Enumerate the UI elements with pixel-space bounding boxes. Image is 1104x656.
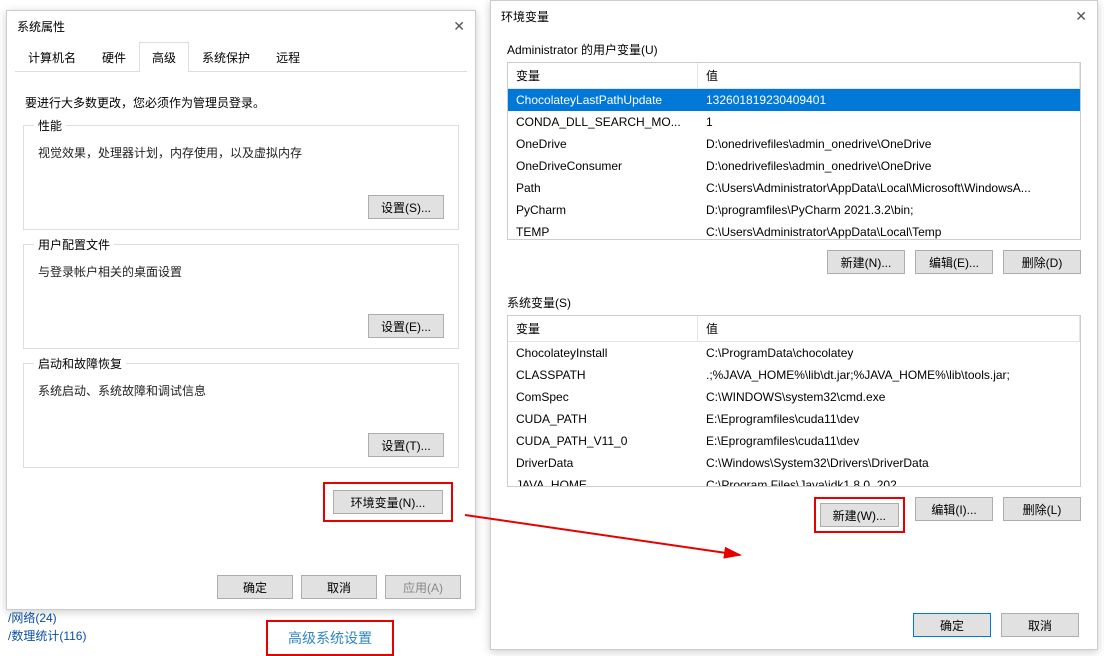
performance-desc: 视觉效果，处理器计划，内存使用，以及虚拟内存: [38, 144, 444, 161]
sysprop-cancel-button[interactable]: 取消: [301, 575, 377, 599]
table-row[interactable]: CONDA_DLL_SEARCH_MO...1: [508, 111, 1080, 133]
env-button-highlight: 环境变量(N)...: [323, 482, 453, 522]
sys-edit-button[interactable]: 编辑(I)...: [915, 497, 993, 521]
startup-legend: 启动和故障恢复: [34, 355, 126, 372]
env-titlebar: 环境变量 ✕: [491, 1, 1097, 31]
sys-vars-header: 变量 值: [508, 316, 1080, 342]
table-row[interactable]: CLASSPATH.;%JAVA_HOME%\lib\dt.jar;%JAVA_…: [508, 364, 1080, 386]
table-row[interactable]: ChocolateyLastPathUpdate1326018192304094…: [508, 89, 1080, 111]
environment-variables-button[interactable]: 环境变量(N)...: [333, 490, 443, 514]
sysprop-tabs: 计算机名 硬件 高级 系统保护 远程: [15, 41, 467, 72]
var-name: ChocolateyLastPathUpdate: [508, 91, 698, 109]
sys-new-highlight: 新建(W)...: [814, 497, 905, 533]
sysprop-title: 系统属性: [17, 18, 65, 35]
var-name: CONDA_DLL_SEARCH_MO...: [508, 113, 698, 131]
var-value: C:\Users\Administrator\AppData\Local\Tem…: [698, 223, 1080, 239]
admin-note: 要进行大多数更改，您必须作为管理员登录。: [25, 94, 457, 111]
var-value: E:\Eprogramfiles\cuda11\dev: [698, 410, 1080, 428]
var-name: ChocolateyInstall: [508, 344, 698, 362]
var-name: CLASSPATH: [508, 366, 698, 384]
var-name: JAVA_HOME: [508, 476, 698, 486]
sys-vars-label: 系统变量(S): [507, 294, 1081, 311]
var-value: D:\onedrivefiles\admin_onedrive\OneDrive: [698, 135, 1080, 153]
close-icon[interactable]: ✕: [1075, 8, 1087, 25]
user-delete-button[interactable]: 删除(D): [1003, 250, 1081, 274]
var-name: CUDA_PATH: [508, 410, 698, 428]
var-name: TEMP: [508, 223, 698, 239]
var-value: D:\programfiles\PyCharm 2021.3.2\bin;: [698, 201, 1080, 219]
environment-variables-window: 环境变量 ✕ Administrator 的用户变量(U) 变量 值 Choco…: [490, 0, 1098, 650]
var-name: Path: [508, 179, 698, 197]
table-row[interactable]: OneDriveConsumerD:\onedrivefiles\admin_o…: [508, 155, 1080, 177]
bg-link-network[interactable]: /网络(24): [8, 609, 57, 626]
user-edit-button[interactable]: 编辑(E)...: [915, 250, 993, 274]
var-value: C:\WINDOWS\system32\cmd.exe: [698, 388, 1080, 406]
var-value: D:\onedrivefiles\admin_onedrive\OneDrive: [698, 157, 1080, 175]
tab-system-protection[interactable]: 系统保护: [189, 42, 263, 72]
tab-remote[interactable]: 远程: [263, 42, 313, 72]
table-row[interactable]: JAVA_HOMEC:\Program Files\Java\jdk1.8.0_…: [508, 474, 1080, 486]
var-name: OneDriveConsumer: [508, 157, 698, 175]
user-profile-legend: 用户配置文件: [34, 236, 114, 253]
performance-settings-button[interactable]: 设置(S)...: [368, 195, 444, 219]
var-value: C:\Users\Administrator\AppData\Local\Mic…: [698, 179, 1080, 197]
col-var[interactable]: 变量: [508, 63, 698, 88]
performance-group: 性能 视觉效果，处理器计划，内存使用，以及虚拟内存 设置(S)...: [23, 125, 459, 230]
var-value: E:\Eprogramfiles\cuda11\dev: [698, 432, 1080, 450]
tab-computer-name[interactable]: 计算机名: [15, 42, 89, 72]
performance-legend: 性能: [34, 117, 66, 134]
table-row[interactable]: ChocolateyInstallC:\ProgramData\chocolat…: [508, 342, 1080, 364]
sys-vars-list[interactable]: 变量 值 ChocolateyInstallC:\ProgramData\cho…: [507, 315, 1081, 487]
var-value: 1: [698, 113, 1080, 131]
advanced-system-settings-link[interactable]: 高级系统设置: [266, 620, 394, 656]
col-val[interactable]: 值: [698, 63, 1080, 88]
sysprop-ok-button[interactable]: 确定: [217, 575, 293, 599]
table-row[interactable]: CUDA_PATHE:\Eprogramfiles\cuda11\dev: [508, 408, 1080, 430]
table-row[interactable]: PathC:\Users\Administrator\AppData\Local…: [508, 177, 1080, 199]
sysprop-titlebar: 系统属性 ✕: [7, 11, 475, 41]
user-vars-list[interactable]: 变量 值 ChocolateyLastPathUpdate13260181923…: [507, 62, 1081, 240]
var-value: C:\Windows\System32\Drivers\DriverData: [698, 454, 1080, 472]
table-row[interactable]: ComSpecC:\WINDOWS\system32\cmd.exe: [508, 386, 1080, 408]
user-profile-settings-button[interactable]: 设置(E)...: [368, 314, 444, 338]
var-name: OneDrive: [508, 135, 698, 153]
col-var[interactable]: 变量: [508, 316, 698, 341]
env-cancel-button[interactable]: 取消: [1001, 613, 1079, 637]
startup-settings-button[interactable]: 设置(T)...: [368, 433, 444, 457]
table-row[interactable]: TEMPC:\Users\Administrator\AppData\Local…: [508, 221, 1080, 239]
system-properties-window: 系统属性 ✕ 计算机名 硬件 高级 系统保护 远程 要进行大多数更改，您必须作为…: [6, 10, 476, 610]
user-new-button[interactable]: 新建(N)...: [827, 250, 905, 274]
var-value: 132601819230409401: [698, 91, 1080, 109]
table-row[interactable]: PyCharmD:\programfiles\PyCharm 2021.3.2\…: [508, 199, 1080, 221]
var-name: ComSpec: [508, 388, 698, 406]
env-ok-button[interactable]: 确定: [913, 613, 991, 637]
user-profile-desc: 与登录帐户相关的桌面设置: [38, 263, 444, 280]
user-vars-label: Administrator 的用户变量(U): [507, 41, 1081, 58]
var-name: CUDA_PATH_V11_0: [508, 432, 698, 450]
sys-delete-button[interactable]: 删除(L): [1003, 497, 1081, 521]
table-row[interactable]: CUDA_PATH_V11_0E:\Eprogramfiles\cuda11\d…: [508, 430, 1080, 452]
startup-desc: 系统启动、系统故障和调试信息: [38, 382, 444, 399]
table-row[interactable]: OneDriveD:\onedrivefiles\admin_onedrive\…: [508, 133, 1080, 155]
startup-group: 启动和故障恢复 系统启动、系统故障和调试信息 设置(T)...: [23, 363, 459, 468]
table-row[interactable]: DriverDataC:\Windows\System32\Drivers\Dr…: [508, 452, 1080, 474]
sysprop-apply-button[interactable]: 应用(A): [385, 575, 461, 599]
var-name: PyCharm: [508, 201, 698, 219]
tab-hardware[interactable]: 硬件: [89, 42, 139, 72]
user-profile-group: 用户配置文件 与登录帐户相关的桌面设置 设置(E)...: [23, 244, 459, 349]
tab-advanced[interactable]: 高级: [139, 42, 189, 72]
var-value: .;%JAVA_HOME%\lib\dt.jar;%JAVA_HOME%\lib…: [698, 366, 1080, 384]
env-title: 环境变量: [501, 8, 549, 25]
close-icon[interactable]: ✕: [453, 18, 465, 35]
sys-new-button[interactable]: 新建(W)...: [820, 503, 899, 527]
user-vars-header: 变量 值: [508, 63, 1080, 89]
var-name: DriverData: [508, 454, 698, 472]
var-value: C:\ProgramData\chocolatey: [698, 344, 1080, 362]
col-val[interactable]: 值: [698, 316, 1080, 341]
var-value: C:\Program Files\Java\jdk1.8.0_202: [698, 476, 1080, 486]
bg-link-stats[interactable]: /数理统计(116): [8, 627, 86, 644]
